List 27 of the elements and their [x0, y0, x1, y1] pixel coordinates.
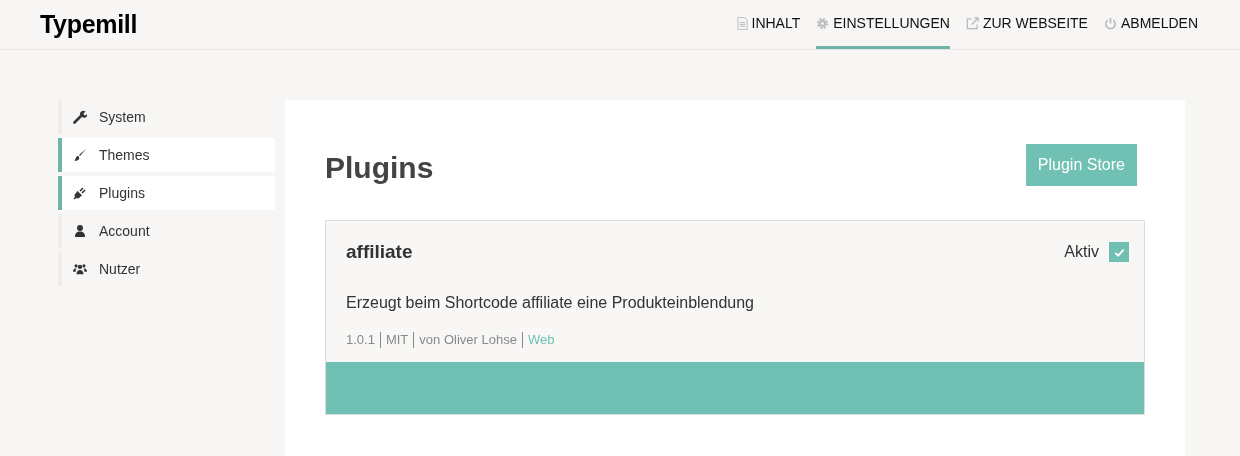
nav-link[interactable]: INHALT [735, 0, 801, 49]
plug-icon [73, 186, 87, 200]
nav-link[interactable]: ABMELDEN [1103, 0, 1198, 49]
sidebar-item[interactable]: System [58, 100, 275, 134]
plugin-description: Erzeugt beim Shortcode affiliate eine Produkteinblendung [346, 294, 755, 312]
site-logo[interactable]: Typemill [40, 0, 138, 49]
sidebar-item[interactable]: Account [58, 214, 275, 248]
brush-icon [73, 148, 87, 162]
plugin-meta: von Oliver Lohse [413, 332, 522, 348]
wrench-icon [73, 110, 87, 124]
checkbox[interactable] [1109, 242, 1129, 262]
document-icon [735, 16, 749, 30]
sidebar-item[interactable]: Themes [58, 138, 275, 172]
plugin-meta: 1.0.1 [346, 332, 376, 348]
sidebar-item[interactable]: Plugins [58, 176, 275, 210]
plugin-name: affiliate [346, 241, 413, 263]
sidebar-item[interactable]: Nutzer [58, 252, 275, 286]
nav-link[interactable]: EINSTELLUNGEN [816, 0, 950, 49]
external-link-icon [965, 16, 979, 30]
user-icon [73, 224, 87, 238]
page-title: Plugins [325, 150, 434, 185]
plugin-meta: MIT [379, 332, 414, 348]
nav-link[interactable]: ZUR WEBSEITE [965, 0, 1088, 49]
active-label: Aktiv [1064, 243, 1099, 261]
users-icon [73, 262, 87, 276]
gear-icon [816, 16, 830, 30]
power-icon [1103, 16, 1117, 30]
